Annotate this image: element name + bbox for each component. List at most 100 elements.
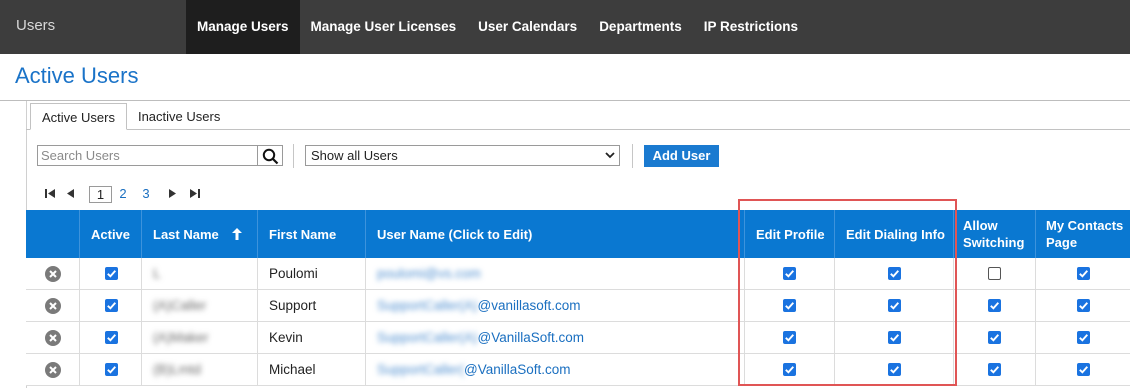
my-contacts-checkbox[interactable] bbox=[1076, 267, 1090, 280]
search-icon bbox=[262, 148, 279, 165]
edit-profile-checkbox[interactable] bbox=[783, 299, 796, 312]
header-last-name-label: Last Name bbox=[153, 226, 219, 242]
header-edit-profile[interactable]: Edit Profile bbox=[744, 210, 834, 258]
my-contacts-checkbox[interactable] bbox=[1076, 363, 1090, 376]
first-name: Kevin bbox=[269, 330, 303, 345]
edit-dialing-checkbox[interactable] bbox=[887, 267, 901, 280]
my-contacts-cell bbox=[1035, 354, 1130, 385]
user-name-cell: SupportCaller(A)@VanillaSoft.com bbox=[365, 322, 744, 353]
edit-profile-cell bbox=[744, 322, 834, 353]
header-my-contacts-line2: Page bbox=[1046, 235, 1078, 250]
add-user-button[interactable]: Add User bbox=[644, 145, 719, 167]
first-name: Poulomi bbox=[269, 266, 318, 281]
edit-profile-checkbox[interactable] bbox=[783, 267, 796, 280]
allow-switching-checkbox[interactable] bbox=[988, 363, 1001, 376]
edit-dialing-cell bbox=[834, 258, 953, 289]
header-allow-switching[interactable]: Allow Switching bbox=[953, 210, 1035, 258]
user-name-domain: @VanillaSoft.com bbox=[464, 362, 571, 377]
title-divider bbox=[0, 100, 1130, 101]
last-name: L bbox=[153, 266, 161, 281]
first-name-cell: Support bbox=[257, 290, 365, 321]
delete-cell bbox=[26, 322, 79, 353]
user-name-link[interactable]: poulomi@vs.com bbox=[377, 266, 481, 281]
active-cell bbox=[79, 258, 141, 289]
main-nav: Manage Users Manage User Licenses User C… bbox=[186, 0, 809, 54]
active-checkbox[interactable] bbox=[105, 363, 118, 376]
allow-switching-cell bbox=[953, 258, 1035, 289]
delete-icon[interactable] bbox=[44, 361, 61, 378]
nav-user-calendars[interactable]: User Calendars bbox=[467, 0, 588, 54]
first-name-cell: Poulomi bbox=[257, 258, 365, 289]
search-button[interactable] bbox=[258, 145, 283, 166]
user-name-link[interactable]: SupportCaller(A)@VanillaSoft.com bbox=[377, 330, 584, 345]
my-contacts-checkbox[interactable] bbox=[1076, 331, 1090, 344]
page-2[interactable]: 2 bbox=[116, 186, 130, 203]
delete-icon[interactable] bbox=[44, 297, 61, 314]
active-checkbox[interactable] bbox=[105, 331, 118, 344]
edit-dialing-checkbox[interactable] bbox=[887, 299, 901, 312]
edit-dialing-cell bbox=[834, 322, 953, 353]
my-contacts-checkbox[interactable] bbox=[1076, 299, 1090, 312]
edit-dialing-cell bbox=[834, 354, 953, 385]
nav-manage-users[interactable]: Manage Users bbox=[186, 0, 300, 54]
nav-manage-user-licenses[interactable]: Manage User Licenses bbox=[300, 0, 468, 54]
page-3[interactable]: 3 bbox=[139, 186, 153, 203]
user-tabs: Active Users Inactive Users bbox=[30, 103, 231, 130]
first-name-cell: Kevin bbox=[257, 322, 365, 353]
active-checkbox[interactable] bbox=[105, 267, 118, 280]
last-name-cell: (A)Caller bbox=[141, 290, 257, 321]
delete-icon[interactable] bbox=[44, 329, 61, 346]
header-user-name[interactable]: User Name (Click to Edit) bbox=[365, 210, 744, 258]
page-title: Active Users bbox=[15, 63, 139, 88]
first-name-cell: Michael bbox=[257, 354, 365, 385]
user-name-link[interactable]: SupportCaller(@VanillaSoft.com bbox=[377, 362, 571, 377]
nav-departments[interactable]: Departments bbox=[588, 0, 693, 54]
first-name: Michael bbox=[269, 362, 316, 377]
allow-switching-checkbox[interactable] bbox=[988, 331, 1001, 344]
table-row: (A)Caller Support SupportCaller(A)@vanil… bbox=[26, 290, 1130, 322]
toolbar-separator bbox=[293, 144, 294, 168]
edit-dialing-checkbox[interactable] bbox=[887, 331, 901, 344]
header-edit-dialing-info[interactable]: Edit Dialing Info bbox=[834, 210, 953, 258]
edit-profile-cell bbox=[744, 354, 834, 385]
header-first-name[interactable]: First Name bbox=[257, 210, 365, 258]
tab-inactive-users[interactable]: Inactive Users bbox=[127, 103, 231, 130]
header-my-contacts-page[interactable]: My Contacts Page bbox=[1035, 210, 1130, 258]
header-my-contacts-line1: My Contacts bbox=[1046, 218, 1124, 233]
tab-active-users[interactable]: Active Users bbox=[30, 103, 127, 130]
user-name-hidden: poulomi@vs.com bbox=[377, 266, 481, 281]
edit-profile-checkbox[interactable] bbox=[783, 363, 796, 376]
toolbar-separator bbox=[632, 144, 633, 168]
allow-switching-cell bbox=[953, 290, 1035, 321]
page-1[interactable]: 1 bbox=[89, 186, 112, 203]
user-name-link[interactable]: SupportCaller(A)@vanillasoft.com bbox=[377, 298, 581, 313]
user-name-hidden: SupportCaller(A) bbox=[377, 298, 478, 313]
table-header: Active Last Name First Name User Name (C… bbox=[26, 210, 1130, 258]
edit-dialing-checkbox[interactable] bbox=[887, 363, 901, 376]
first-page-icon[interactable] bbox=[44, 188, 56, 199]
user-filter-select[interactable]: Show all Users bbox=[305, 145, 620, 166]
nav-ip-restrictions[interactable]: IP Restrictions bbox=[693, 0, 809, 54]
edit-profile-checkbox[interactable] bbox=[783, 331, 796, 344]
allow-switching-checkbox[interactable] bbox=[988, 299, 1001, 312]
chevron-down-icon bbox=[605, 152, 615, 159]
active-cell bbox=[79, 290, 141, 321]
next-page-icon[interactable] bbox=[168, 188, 177, 199]
allow-switching-checkbox[interactable] bbox=[988, 267, 1001, 280]
user-name-cell: SupportCaller(@VanillaSoft.com bbox=[365, 354, 744, 385]
last-name: (A)Caller bbox=[153, 298, 207, 313]
prev-page-icon[interactable] bbox=[66, 188, 75, 199]
delete-cell bbox=[26, 290, 79, 321]
search-input[interactable] bbox=[37, 145, 258, 166]
table-row: (B)Lmtd Michael SupportCaller(@VanillaSo… bbox=[26, 354, 1130, 386]
last-name-cell: (A)Maker bbox=[141, 322, 257, 353]
tabs-divider bbox=[26, 129, 1130, 130]
active-checkbox[interactable] bbox=[105, 299, 118, 312]
user-name-hidden: SupportCaller(A) bbox=[377, 330, 478, 345]
header-last-name[interactable]: Last Name bbox=[141, 210, 257, 258]
first-name: Support bbox=[269, 298, 317, 313]
sort-ascending-icon bbox=[231, 228, 242, 240]
delete-icon[interactable] bbox=[44, 265, 61, 282]
last-page-icon[interactable] bbox=[189, 188, 201, 199]
header-active[interactable]: Active bbox=[79, 210, 141, 258]
